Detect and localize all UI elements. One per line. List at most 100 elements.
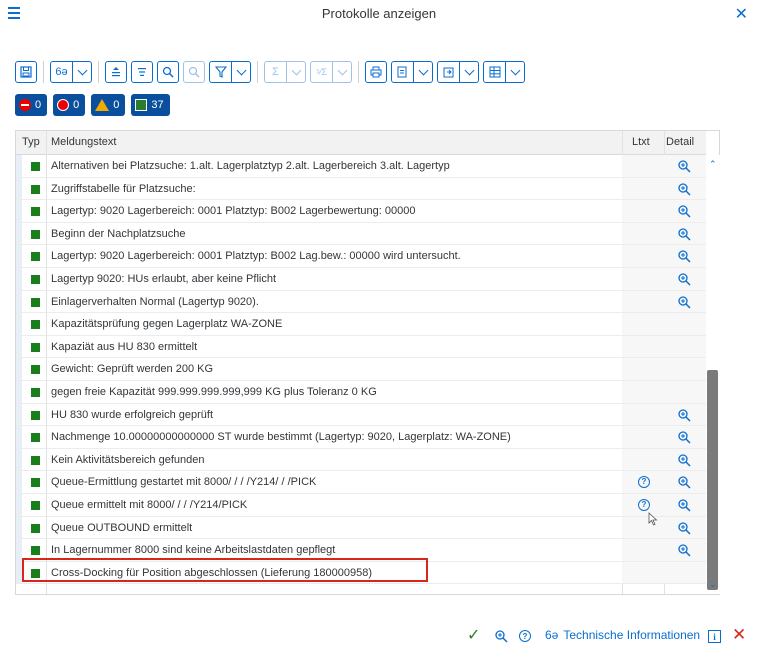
- ltxt-cell: [622, 155, 664, 177]
- table-row[interactable]: Kapazitätsprüfung gegen Lagerplatz WA-ZO…: [16, 313, 706, 336]
- success-type-icon: [31, 342, 40, 352]
- technical-info-button[interactable]: 6ə Technische Informationen: [545, 628, 700, 642]
- ltxt-cell: [622, 245, 664, 267]
- row-selector[interactable]: [16, 358, 22, 380]
- table-row[interactable]: Queue-Ermittlung gestartet mit 8000/ / /…: [16, 471, 706, 494]
- scroll-up-icon[interactable]: ⌃: [709, 159, 717, 170]
- magnifier-icon[interactable]: [677, 521, 691, 535]
- success-type-icon: [31, 500, 40, 510]
- success-type-icon: [31, 229, 40, 239]
- row-selector[interactable]: [16, 155, 22, 177]
- ltxt-cell: [622, 177, 664, 200]
- row-selector[interactable]: [16, 177, 22, 200]
- sort-descending-button[interactable]: [131, 61, 153, 83]
- success-icon: [135, 99, 148, 111]
- magnifier-icon[interactable]: [677, 498, 691, 512]
- layout-menu-button[interactable]: [483, 61, 525, 83]
- table-row[interactable]: Gewicht: Geprüft werden 200 KG: [16, 358, 706, 381]
- ltxt-cell: [622, 380, 664, 403]
- dialog-title: Protokolle anzeigen: [321, 6, 437, 21]
- subtotal-menu-button[interactable]: ⁵⁄Σ: [310, 61, 352, 83]
- row-selector[interactable]: [16, 335, 22, 358]
- ltxt-cell: [622, 561, 664, 584]
- row-selector[interactable]: [16, 290, 22, 313]
- print-button[interactable]: [365, 61, 387, 83]
- magnifier-icon[interactable]: [677, 475, 691, 489]
- table-row[interactable]: Queue ermittelt mit 8000/ / / /Y214/PICK…: [16, 493, 706, 517]
- zoom-icon[interactable]: [494, 629, 508, 643]
- table-row[interactable]: Kapaziät aus HU 830 ermittelt: [16, 335, 706, 359]
- abort-messages-button[interactable]: 0: [15, 94, 48, 116]
- column-header-detail[interactable]: Detail: [666, 136, 694, 148]
- magnifier-icon[interactable]: [677, 430, 691, 444]
- vertical-scrollbar[interactable]: ⌃ ⌄: [706, 155, 720, 594]
- technical-info-menu-button[interactable]: 6ə: [50, 61, 92, 83]
- magnifier-icon[interactable]: [677, 453, 691, 467]
- table-row[interactable]: Lagertyp 9020: HUs erlaubt, aber keine P…: [16, 267, 706, 291]
- magnifier-icon[interactable]: [677, 408, 691, 422]
- row-selector[interactable]: [16, 403, 22, 426]
- row-selector[interactable]: [16, 493, 22, 516]
- table-row[interactable]: Nachmenge 10.00000000000000 ST wurde bes…: [16, 426, 706, 449]
- error-count: 0: [73, 99, 80, 111]
- row-selector[interactable]: [16, 245, 22, 267]
- row-selector[interactable]: [16, 448, 22, 471]
- help-circle-icon[interactable]: ?: [638, 498, 650, 511]
- scroll-down-icon[interactable]: ⌄: [709, 579, 717, 590]
- magnifier-icon[interactable]: [677, 543, 691, 557]
- sort-ascending-button[interactable]: [105, 61, 127, 83]
- table-row[interactable]: gegen freie Kapazität 999.999.999.999,99…: [16, 380, 706, 404]
- table-row[interactable]: Lagertyp: 9020 Lagerbereich: 0001 Platzt…: [16, 245, 706, 268]
- row-selector[interactable]: [16, 222, 22, 245]
- table-row[interactable]: Beginn der Nachplatzsuche: [16, 222, 706, 246]
- info-icon[interactable]: i: [708, 630, 721, 643]
- scrollbar-thumb[interactable]: [707, 370, 718, 590]
- success-type-icon: [31, 207, 40, 217]
- magnifier-icon[interactable]: [677, 295, 691, 309]
- success-messages-button[interactable]: 37: [131, 94, 170, 116]
- row-selector[interactable]: [16, 267, 22, 290]
- table-row[interactable]: Queue OUTBOUND ermittelt: [16, 516, 706, 540]
- help-icon[interactable]: ?: [519, 630, 531, 642]
- cancel-close-icon[interactable]: ✕: [732, 625, 746, 645]
- table-row[interactable]: Zugriffstabelle für Platzsuche:: [16, 177, 706, 201]
- table-row[interactable]: Kein Aktivitätsbereich gefunden: [16, 448, 706, 472]
- error-icon: [57, 99, 70, 111]
- row-selector[interactable]: [16, 380, 22, 403]
- row-selector[interactable]: [16, 313, 22, 335]
- magnifier-icon[interactable]: [677, 227, 691, 241]
- find-button[interactable]: [157, 61, 179, 83]
- warning-messages-button[interactable]: 0: [91, 94, 126, 116]
- confirm-check-icon[interactable]: ✓: [467, 625, 480, 645]
- error-messages-button[interactable]: 0: [53, 94, 86, 116]
- magnifier-icon[interactable]: [677, 272, 691, 286]
- magnifier-icon[interactable]: [677, 204, 691, 218]
- column-header-typ[interactable]: Typ: [22, 136, 40, 148]
- row-selector[interactable]: [16, 200, 22, 222]
- column-header-ltxt[interactable]: Ltxt: [632, 136, 650, 148]
- close-icon[interactable]: ✕: [735, 4, 748, 24]
- detail-cell: [664, 380, 706, 403]
- warning-count: 0: [113, 99, 120, 111]
- find-next-button[interactable]: [183, 61, 205, 83]
- view-menu-button[interactable]: [391, 61, 433, 83]
- table-row[interactable]: Einlagerverhalten Normal (Lagertyp 9020)…: [16, 290, 706, 314]
- ltxt-cell: [622, 426, 664, 448]
- row-selector[interactable]: [16, 426, 22, 448]
- table-row[interactable]: Lagertyp: 9020 Lagerbereich: 0001 Platzt…: [16, 200, 706, 223]
- message-text: Beginn der Nachplatzsuche: [51, 227, 186, 240]
- table-row[interactable]: Alternativen bei Platzsuche: 1.alt. Lage…: [16, 155, 706, 178]
- column-header-text[interactable]: Meldungstext: [51, 136, 116, 148]
- filter-menu-button[interactable]: [209, 61, 251, 83]
- save-button[interactable]: [15, 61, 37, 83]
- export-menu-button[interactable]: [437, 61, 479, 83]
- magnifier-icon[interactable]: [677, 182, 691, 196]
- table-row[interactable]: HU 830 wurde erfolgreich geprüft: [16, 403, 706, 427]
- magnifier-icon[interactable]: [677, 159, 691, 173]
- magnifier-icon[interactable]: [677, 249, 691, 263]
- warning-icon: [95, 99, 110, 111]
- success-type-icon: [31, 274, 40, 284]
- row-selector[interactable]: [16, 516, 22, 539]
- row-selector[interactable]: [16, 471, 22, 493]
- sum-menu-button[interactable]: Σ: [264, 61, 306, 83]
